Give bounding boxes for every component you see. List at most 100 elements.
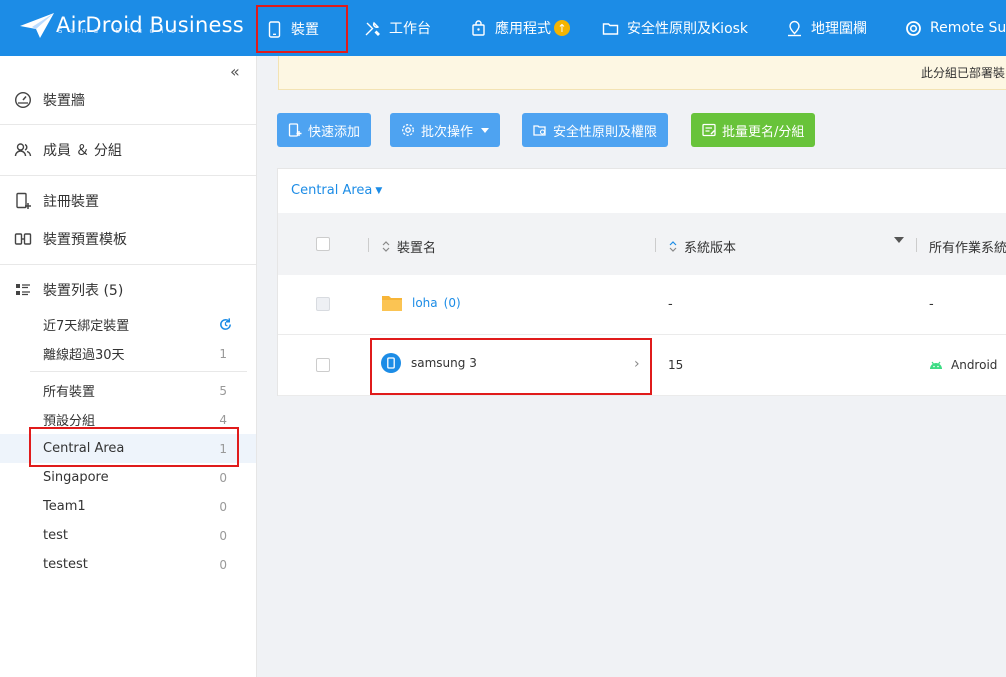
group-default[interactable]: 預設分組 4	[0, 405, 256, 434]
folder-count: (0)	[443, 296, 461, 310]
column-header-os-version[interactable]: 系統版本	[668, 237, 736, 256]
os-version-cell: 15	[668, 358, 683, 372]
filter-recent-7-days[interactable]: 近7天綁定裝置	[0, 310, 256, 339]
os-value: -	[929, 297, 934, 312]
group-central-area[interactable]: Central Area 1	[0, 434, 256, 463]
batch-rename-button[interactable]: 批量更名/分組	[691, 113, 816, 147]
os-value: Android	[951, 358, 998, 372]
template-icon	[14, 233, 32, 245]
group-singapore[interactable]: Singapore 0	[0, 463, 256, 492]
select-all-checkbox[interactable]	[316, 237, 330, 251]
group-label: 所有裝置	[43, 385, 96, 400]
geofence-icon	[788, 20, 802, 36]
row-checkbox[interactable]	[316, 358, 330, 372]
refresh-icon[interactable]	[218, 317, 233, 332]
device-name-cell[interactable]: samsung 3	[381, 353, 477, 373]
tools-icon	[365, 21, 380, 36]
divider	[30, 371, 247, 372]
select-all-cell	[316, 237, 330, 251]
column-label: 系統版本	[684, 241, 737, 256]
column-separator	[368, 238, 369, 252]
device-table-panel: Central Area ▼ 裝置名 系統版本 所有作業系統 loha (0) …	[277, 168, 1006, 396]
nav-policy-kiosk-label: 安全性原則及Kiosk	[627, 21, 749, 37]
policy-permission-label: 安全性原則及權限	[553, 124, 658, 140]
column-header-device-name[interactable]: 裝置名	[381, 237, 436, 256]
batch-operation-button[interactable]: 批次操作	[390, 113, 501, 147]
sort-icon	[669, 241, 677, 252]
os-version-cell: -	[668, 297, 673, 312]
nav-remote-support-label: Remote Supp	[930, 20, 1006, 36]
table-header: 裝置名 系統版本 所有作業系統	[278, 213, 1006, 275]
column-header-os[interactable]: 所有作業系統	[929, 237, 1006, 256]
gear-icon	[402, 124, 414, 136]
group-count: 5	[219, 383, 227, 398]
group-team1[interactable]: Team1 0	[0, 492, 256, 521]
collapse-sidebar-icon[interactable]: «	[230, 62, 240, 81]
batch-rename-label: 批量更名/分組	[722, 124, 805, 140]
group-label: test	[43, 528, 68, 543]
enroll-device-icon	[16, 192, 31, 209]
group-count: 0	[219, 470, 227, 485]
nav-geofence-label: 地理圍欄	[811, 21, 868, 37]
row-checkbox	[316, 297, 330, 311]
nav-remote-support[interactable]: Remote Supp	[905, 0, 1006, 56]
group-count: 0	[219, 499, 227, 514]
nav-devices[interactable]: 裝置	[256, 5, 348, 53]
sidebar-item-device-wall[interactable]: 裝置牆	[0, 88, 256, 112]
sidebar-item-members[interactable]: 成員 ＆ 分組	[0, 138, 256, 162]
app-bag-icon	[472, 19, 485, 36]
batch-operation-label: 批次操作	[421, 124, 474, 140]
nav-policy-kiosk[interactable]: 安全性原則及Kiosk	[602, 0, 748, 56]
notice-text: 此分組已部署裝	[920, 66, 1005, 80]
group-count: 0	[219, 557, 227, 572]
group-label: 預設分組	[43, 414, 96, 429]
group-count: 1	[219, 441, 227, 456]
sidebar: « 裝置牆 成員 ＆ 分組 註冊裝置 裝置預置模板 裝置列表 (5) 近7天綁定…	[0, 56, 257, 677]
group-count: 4	[219, 412, 227, 427]
breadcrumb-group: Central Area	[291, 183, 373, 198]
table-row[interactable]: loha (0) - -	[278, 275, 1006, 335]
members-icon	[14, 143, 32, 157]
group-label: testest	[43, 557, 88, 572]
group-testest[interactable]: testest 0	[0, 550, 256, 579]
main-content: 此分組已部署裝 快速添加 批次操作 安全性原則及權限 批量更名/分組 Centr…	[257, 56, 1006, 677]
top-bar: AirDroid Business Sand Studio 裝置 工作台 應用程…	[0, 0, 1006, 56]
sidebar-item-label: 裝置牆	[43, 93, 85, 109]
group-all-devices[interactable]: 所有裝置 5	[0, 376, 256, 405]
tablet-icon	[268, 20, 281, 38]
quick-add-label: 快速添加	[308, 124, 361, 140]
device-name: samsung 3	[411, 356, 477, 370]
policy-permission-button[interactable]: 安全性原則及權限	[522, 113, 669, 147]
sort-icon	[382, 241, 390, 252]
android-icon	[930, 361, 942, 369]
dashboard-icon	[14, 91, 32, 109]
quick-add-button[interactable]: 快速添加	[277, 113, 372, 147]
filter-dropdown-icon[interactable]	[894, 237, 904, 243]
logo-subtitle: Sand Studio	[58, 27, 183, 35]
nav-workbench[interactable]: 工作台	[364, 0, 431, 56]
sidebar-item-enroll[interactable]: 註冊裝置	[0, 189, 256, 213]
divider	[0, 124, 256, 125]
sidebar-item-template[interactable]: 裝置預置模板	[0, 227, 256, 251]
logo[interactable]: AirDroid Business	[18, 10, 244, 40]
group-label: Singapore	[43, 470, 109, 485]
table-row[interactable]: samsung 3 › 15 Android	[278, 336, 1006, 396]
main-nav: 裝置 工作台 應用程式 ↑ 安全性原則及Kiosk 地理圍欄 Remote Su…	[256, 0, 1006, 56]
breadcrumb[interactable]: Central Area ▼	[291, 183, 382, 198]
nav-apps[interactable]: 應用程式 ↑	[470, 0, 570, 56]
group-label: Team1	[43, 499, 86, 514]
filter-offline-30-days[interactable]: 離線超過30天 1	[0, 339, 256, 368]
column-label: 裝置名	[397, 241, 437, 256]
rename-icon	[702, 123, 716, 137]
folder-name-cell[interactable]: loha (0)	[381, 294, 461, 312]
add-device-icon	[288, 123, 302, 137]
nav-geofence[interactable]: 地理圍欄	[786, 0, 867, 56]
chevron-right-icon[interactable]: ›	[634, 356, 640, 372]
group-test[interactable]: test 0	[0, 521, 256, 550]
sidebar-item-label: 裝置列表 (5)	[43, 283, 124, 299]
paper-plane-icon	[20, 13, 54, 38]
nav-apps-label: 應用程式	[495, 21, 551, 37]
folder-icon	[602, 22, 619, 35]
sidebar-item-device-list[interactable]: 裝置列表 (5)	[0, 278, 256, 302]
folder-shield-icon	[533, 125, 546, 136]
